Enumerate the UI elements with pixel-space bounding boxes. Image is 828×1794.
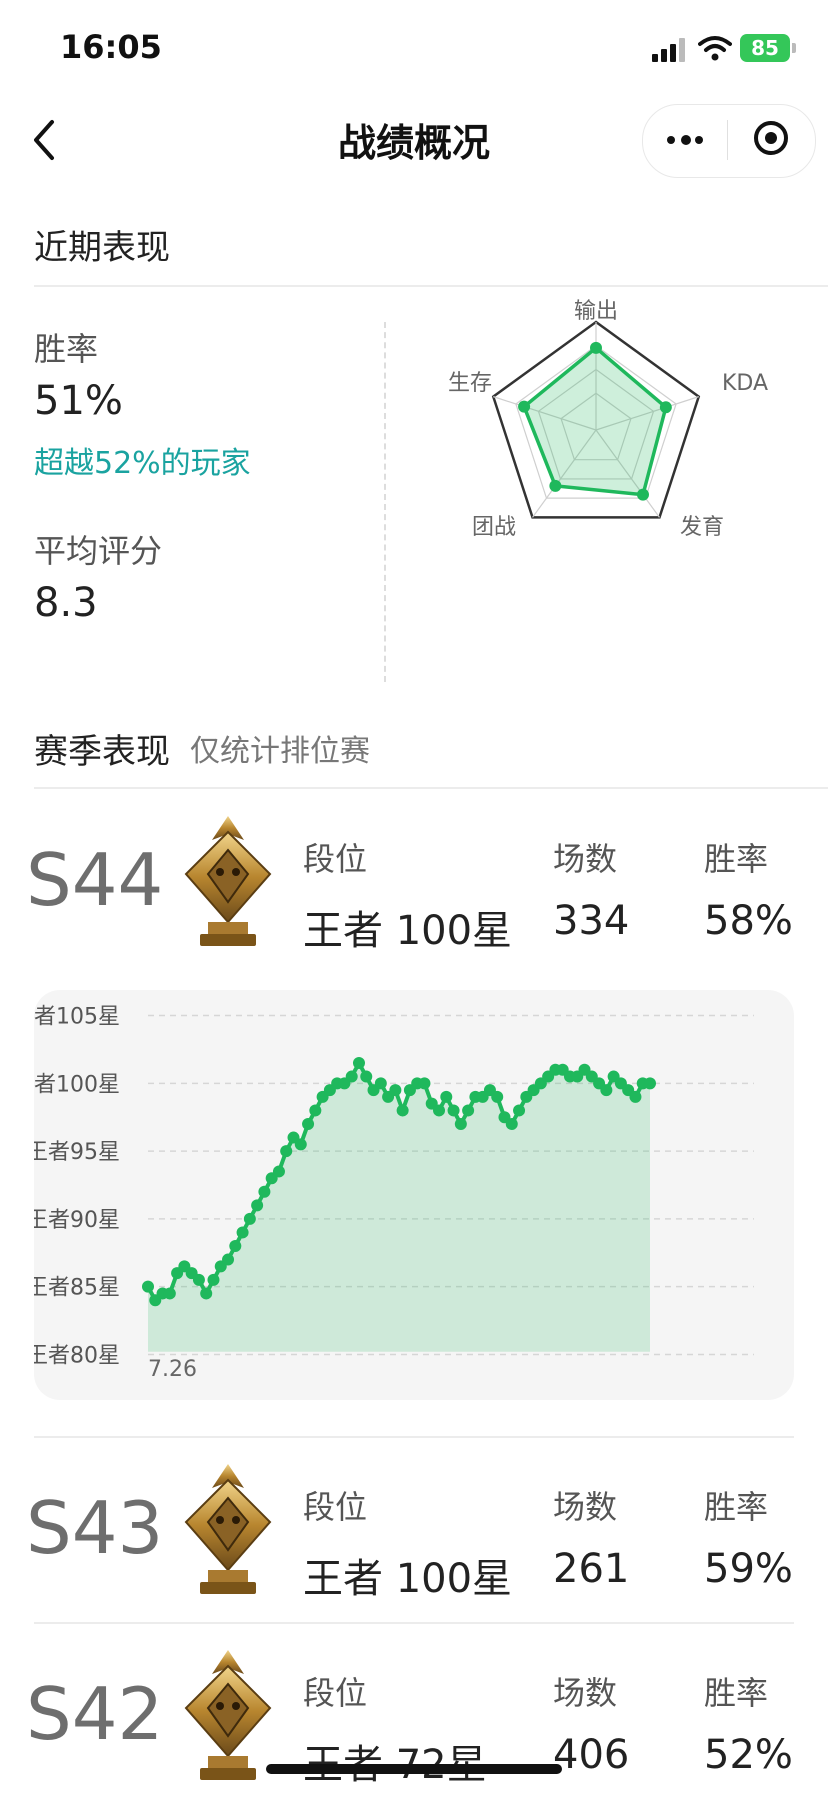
y-tick-label: 王者85星 <box>34 1276 120 1301</box>
divider <box>34 787 828 789</box>
games-header: 场数 <box>553 1488 618 1526</box>
winrate-label: 胜率 <box>34 330 99 368</box>
close-miniprogram-icon[interactable] <box>754 121 788 155</box>
games-header: 场数 <box>553 840 618 878</box>
trend-point <box>396 1104 409 1117</box>
trend-point <box>258 1185 271 1198</box>
trend-point <box>454 1118 467 1130</box>
rank-value: 王者 100星 <box>303 1556 513 1602</box>
games-value: 406 <box>553 1732 630 1778</box>
trend-point <box>644 1077 656 1090</box>
season-section-subtitle: 仅统计排位赛 <box>190 734 370 769</box>
rank-value: 王者 100星 <box>303 908 513 954</box>
trend-point <box>142 1280 154 1293</box>
radar-axis-label: KDA <box>722 371 768 396</box>
season-winrate-value: 52% <box>704 1732 793 1778</box>
games-value: 261 <box>553 1546 630 1592</box>
trend-point <box>309 1104 322 1117</box>
trend-point <box>418 1077 431 1090</box>
winrate-header: 胜率 <box>704 1488 769 1526</box>
games-value: 334 <box>553 898 630 944</box>
king-rank-badge-icon <box>185 815 271 947</box>
season-section-title: 赛季表现 <box>34 732 170 772</box>
radar-point <box>636 488 649 501</box>
trend-point <box>352 1057 365 1069</box>
trend-point <box>163 1287 176 1300</box>
trend-point <box>374 1077 387 1090</box>
wifi-icon <box>698 36 732 61</box>
trend-point <box>229 1240 242 1252</box>
trend-point <box>447 1104 460 1117</box>
games-header: 场数 <box>553 1674 618 1712</box>
trend-point <box>389 1084 402 1097</box>
trend-point <box>294 1138 307 1151</box>
trend-point <box>491 1090 504 1103</box>
trend-point <box>272 1165 285 1178</box>
battery-icon: 85 <box>740 34 790 62</box>
trend-point <box>629 1090 642 1103</box>
season-winrate-value: 58% <box>704 898 793 944</box>
season-code: S43 <box>26 1486 164 1570</box>
y-tick-label: 王者105星 <box>34 1005 120 1030</box>
winrate-value: 51% <box>34 378 123 424</box>
beat-players-text: 超越52%的玩家 <box>34 446 251 481</box>
radar-axis-label: 输出 <box>574 299 618 324</box>
trend-point <box>505 1118 518 1130</box>
trend-point <box>462 1104 475 1117</box>
trend-point <box>243 1212 256 1225</box>
star-trend-chart: 王者80星 王者85星 王者90星 王者95星 王者100星王者105星 7.26 <box>34 1005 754 1382</box>
winrate-header: 胜率 <box>704 840 769 878</box>
trend-point <box>222 1253 235 1266</box>
trend-point <box>236 1226 249 1239</box>
more-options-icon[interactable] <box>665 126 705 154</box>
radar-series <box>522 345 668 497</box>
radar-point <box>659 401 672 414</box>
season-code: S44 <box>26 838 164 922</box>
y-tick-label: 王者80星 <box>34 1343 120 1368</box>
trend-point <box>600 1084 613 1097</box>
trend-point <box>302 1118 315 1130</box>
rank-header: 段位 <box>303 1488 368 1526</box>
y-tick-label: 王者95星 <box>34 1140 120 1165</box>
avg-rating-label: 平均评分 <box>34 532 163 570</box>
season-code: S42 <box>26 1672 164 1756</box>
avg-rating-value: 8.3 <box>34 580 98 626</box>
trend-point <box>360 1070 373 1083</box>
divider <box>34 1622 794 1624</box>
battery-tip <box>792 43 796 53</box>
rank-header: 段位 <box>303 1674 368 1712</box>
y-tick-label: 王者90星 <box>34 1208 120 1233</box>
trend-point <box>192 1273 205 1286</box>
divider <box>34 285 828 287</box>
rank-value: 王者 72星 <box>303 1732 487 1790</box>
status-time: 16:05 <box>60 28 162 66</box>
radar-chart: 输出 KDA 发育 团战 生存 <box>448 299 768 540</box>
trend-point <box>345 1070 358 1083</box>
trend-point <box>207 1273 220 1286</box>
rank-header: 段位 <box>303 840 368 878</box>
vertical-divider <box>384 322 386 682</box>
king-rank-badge-icon <box>185 1463 271 1595</box>
radar-axis-label: 发育 <box>680 515 724 540</box>
y-tick-label: 王者100星 <box>34 1072 120 1097</box>
radar-axis-label: 生存 <box>448 371 492 396</box>
winrate-header: 胜率 <box>704 1674 769 1712</box>
cellular-signal-icon <box>652 38 688 62</box>
capsule-divider <box>727 120 728 160</box>
x-tick-label: 7.26 <box>148 1357 197 1382</box>
season-winrate-value: 59% <box>704 1546 793 1592</box>
trend-point <box>513 1104 526 1117</box>
trend-point <box>251 1199 264 1212</box>
radar-axis-label: 团战 <box>472 515 516 540</box>
divider <box>34 1436 794 1438</box>
recent-section-title: 近期表现 <box>34 228 170 268</box>
home-indicator <box>266 1764 562 1774</box>
radar-point <box>549 479 562 492</box>
radar-point <box>518 400 531 413</box>
trend-point <box>433 1104 446 1117</box>
radar-point <box>590 341 602 354</box>
trend-point <box>200 1287 213 1300</box>
trend-point <box>440 1090 453 1103</box>
trend-point <box>280 1145 293 1158</box>
